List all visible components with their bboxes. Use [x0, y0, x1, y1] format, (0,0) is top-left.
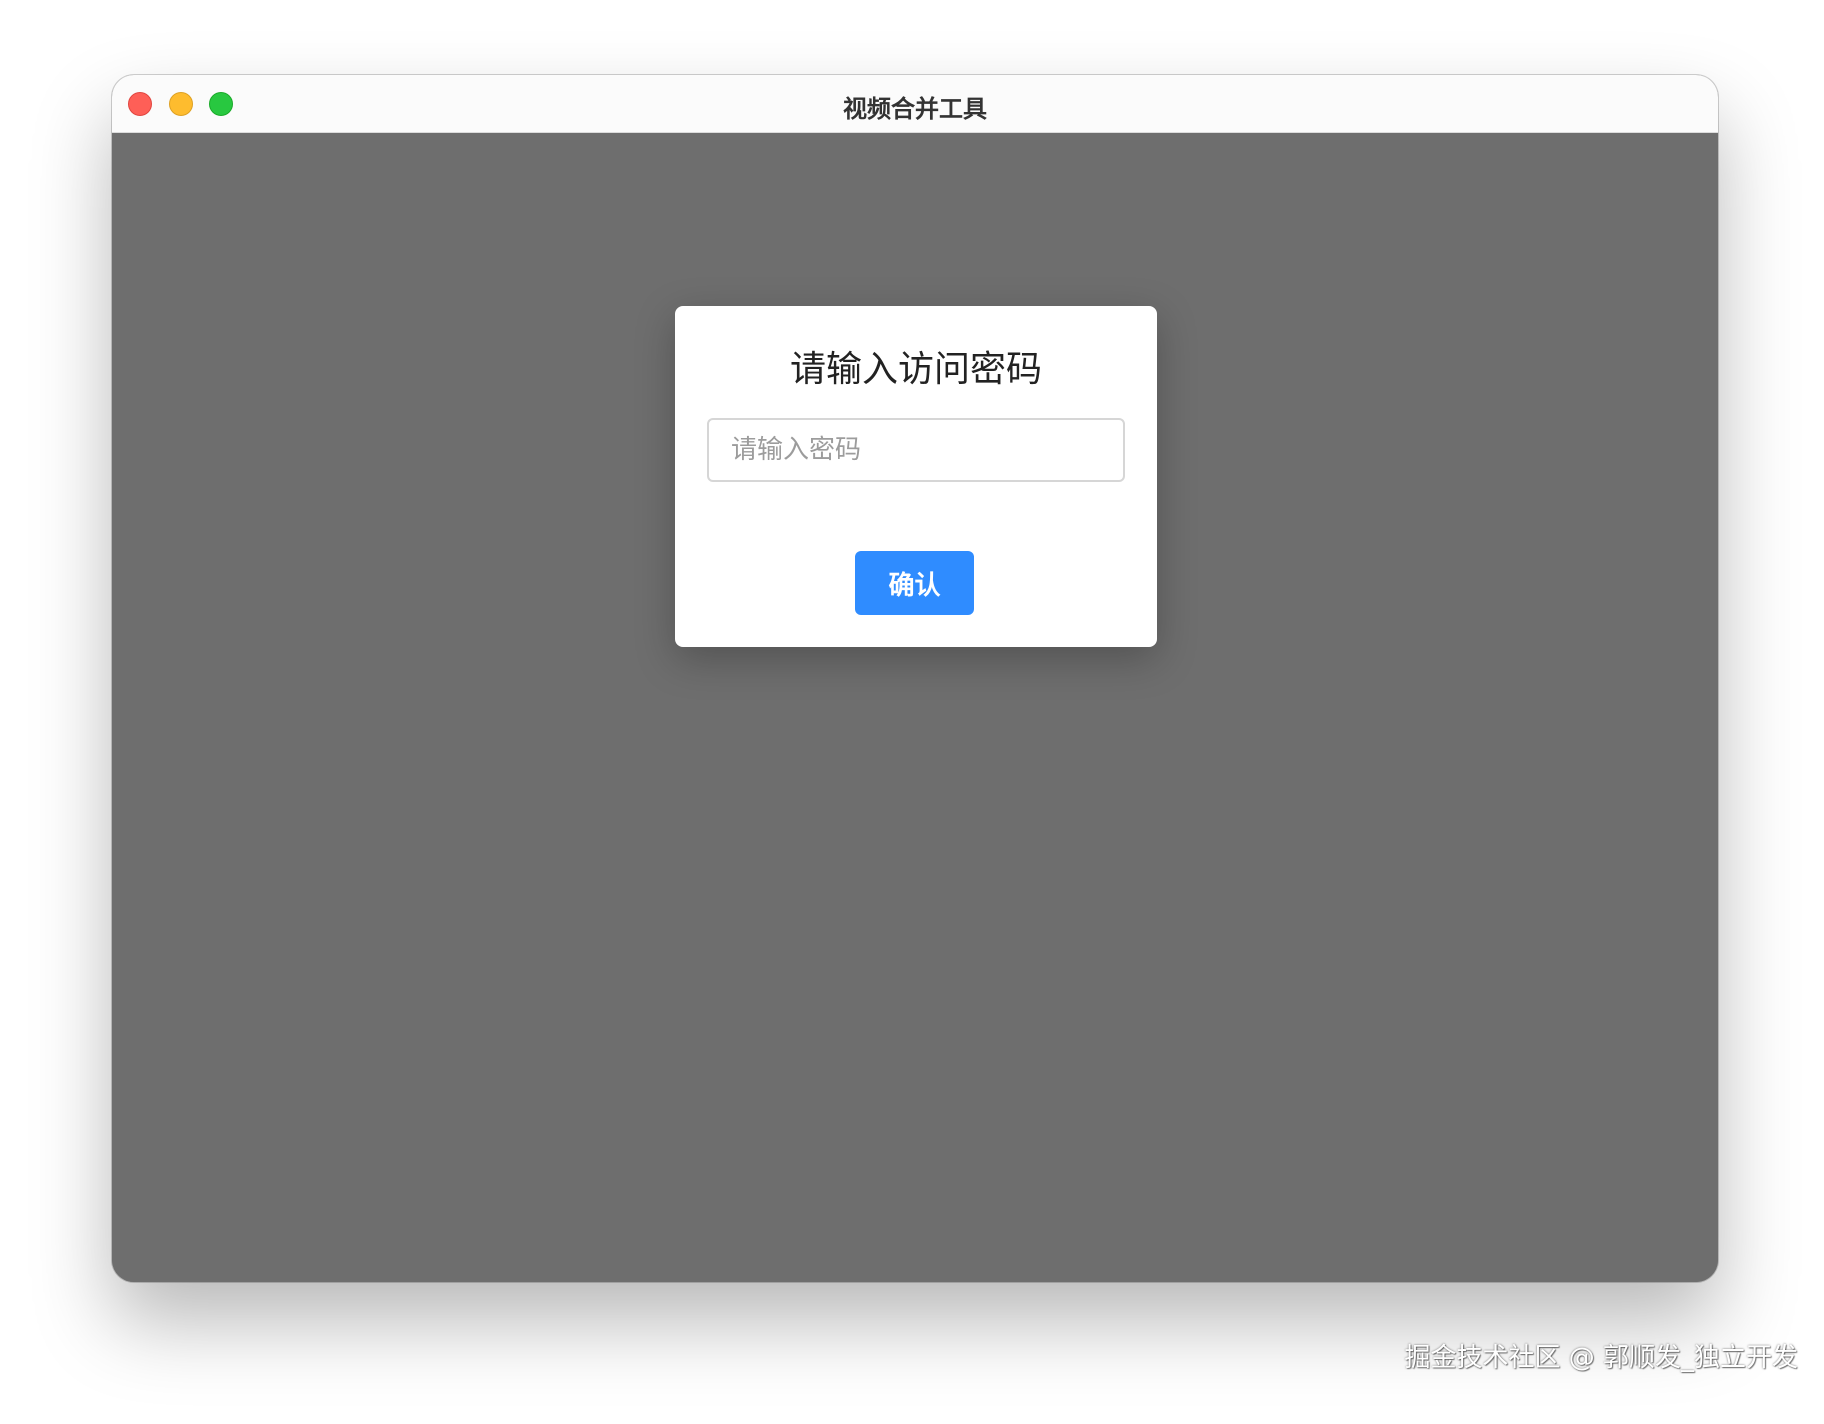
title-bar[interactable]: 视频合并工具: [112, 75, 1718, 133]
watermark-text: 掘金技术社区 @ 郭顺发_独立开发: [1404, 1343, 1798, 1373]
confirm-button[interactable]: 确认: [855, 551, 974, 615]
password-input[interactable]: [707, 418, 1125, 482]
app-window: 视频合并工具 请输入访问密码 确认: [112, 75, 1718, 1282]
modal-overlay: 请输入访问密码 确认: [112, 133, 1718, 1282]
password-dialog: 请输入访问密码 确认: [675, 306, 1157, 647]
dialog-title: 请输入访问密码: [789, 349, 1042, 390]
window-title: 视频合并工具: [843, 95, 987, 123]
